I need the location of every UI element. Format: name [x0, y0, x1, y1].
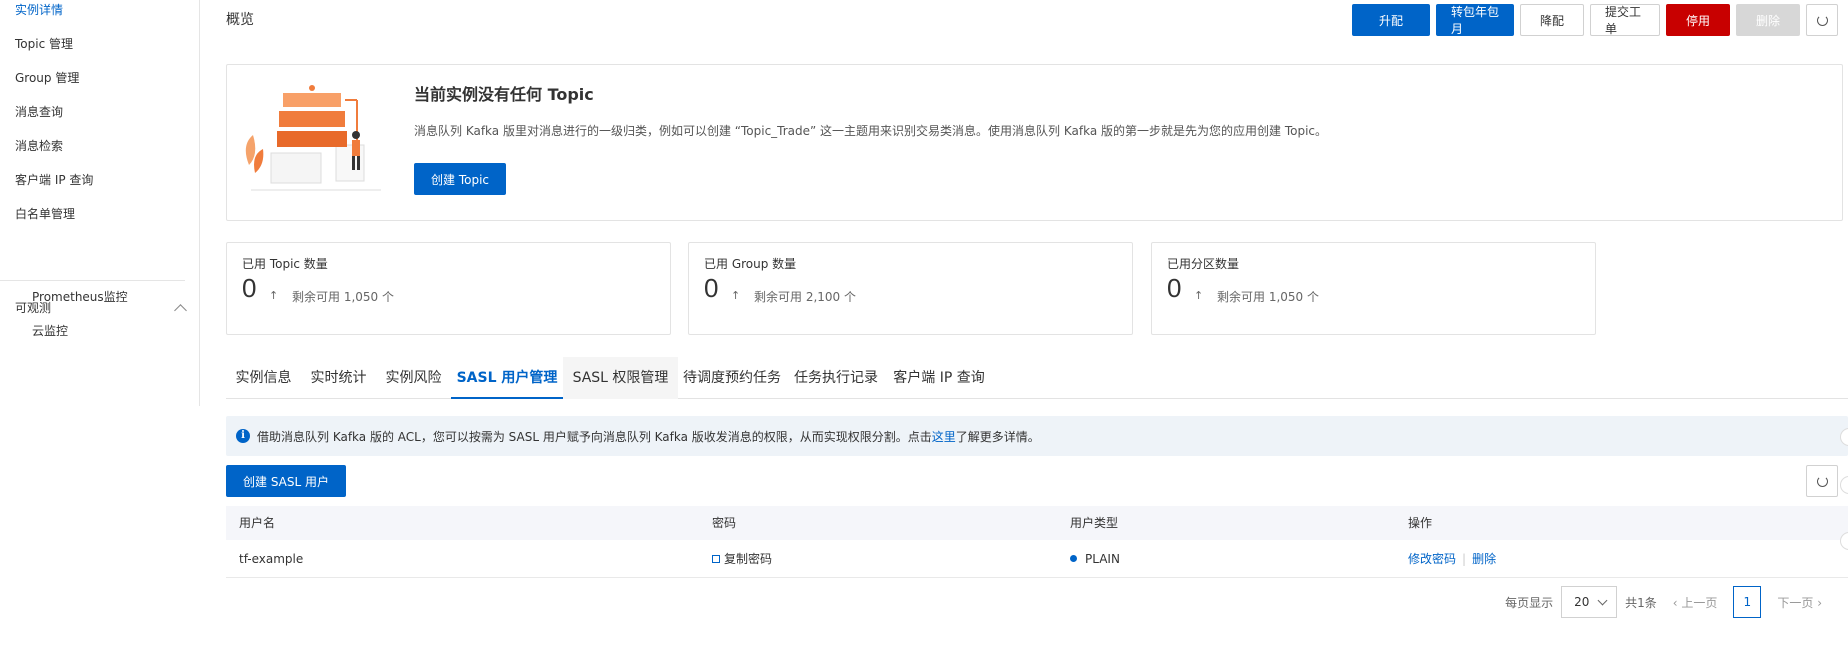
sidebar-item-message-query[interactable]: 消息查询 — [15, 102, 63, 122]
tab-sasl-permissions[interactable]: SASL 权限管理 — [563, 357, 678, 399]
cell-username: tf-example — [239, 552, 304, 566]
sidebar-item-topic-management[interactable]: Topic 管理 — [15, 34, 73, 54]
sidebar-item-whitelist[interactable]: 白名单管理 — [15, 204, 75, 224]
next-page-button: 下一页 › — [1777, 595, 1822, 610]
column-user-type: 用户类型 — [1070, 516, 1119, 530]
downgrade-button[interactable]: 降配 — [1520, 4, 1584, 36]
empty-state-title: 当前实例没有任何 Topic — [414, 85, 594, 104]
table-row: tf-example 复制密码 PLAIN 修改密码 | 删除 — [226, 540, 1848, 578]
refresh-icon — [1816, 475, 1828, 487]
stat-value: 0 — [242, 273, 257, 303]
next-page-label: 下一页 — [1777, 595, 1814, 610]
refresh-icon — [1816, 14, 1828, 26]
stat-remaining: 剩余可用 2,100 个 — [754, 290, 856, 304]
sidebar-item-cloud-monitor[interactable]: 云监控 — [32, 321, 68, 341]
status-dot-icon — [1070, 555, 1077, 562]
column-password: 密码 — [712, 516, 737, 530]
stat-card-partitions: 已用分区数量 0 ↑ 剩余可用 1,050 个 — [1151, 242, 1596, 335]
tab-realtime-stats[interactable]: 实时统计 — [301, 357, 376, 399]
topic-illustration-icon — [245, 85, 381, 191]
info-text-before: 借助消息队列 Kafka 版的 ACL，您可以按需为 SASL 用户赋予向消息队… — [257, 430, 932, 444]
refresh-button[interactable] — [1806, 4, 1838, 36]
acl-info-text: 借助消息队列 Kafka 版的 ACL，您可以按需为 SASL 用户赋予向消息队… — [257, 428, 1040, 445]
delete-instance-button: 删除 — [1736, 4, 1800, 36]
tab-bar: 实例信息 实时统计 实例风险 SASL 用户管理 SASL 权限管理 待调度预约… — [226, 357, 1848, 399]
sidebar-item-prometheus[interactable]: Prometheus监控 — [32, 287, 128, 307]
sidebar-item-instance-details[interactable]: 实例详情 — [15, 0, 63, 20]
acl-info-bar: i 借助消息队列 Kafka 版的 ACL，您可以按需为 SASL 用户赋予向消… — [226, 416, 1848, 456]
sidebar-item-client-ip-query[interactable]: 客户端 IP 查询 — [15, 170, 93, 190]
create-sasl-user-button[interactable]: 创建 SASL 用户 — [226, 465, 346, 497]
page-1-button[interactable]: 1 — [1733, 586, 1762, 618]
stat-card-topics: 已用 Topic 数量 0 ↑ 剩余可用 1,050 个 — [226, 242, 671, 335]
column-username: 用户名 — [239, 516, 276, 530]
change-password-link[interactable]: 修改密码 — [1408, 552, 1456, 566]
delete-user-link[interactable]: 删除 — [1472, 552, 1496, 566]
tab-client-ip-query[interactable]: 客户端 IP 查询 — [886, 357, 992, 399]
chevron-down-icon — [1597, 595, 1608, 606]
sidebar-item-message-search[interactable]: 消息检索 — [15, 136, 63, 156]
user-type-label: PLAIN — [1085, 552, 1120, 566]
sidebar: 实例详情 Topic 管理 Group 管理 消息查询 消息检索 客户端 IP … — [0, 0, 200, 406]
copy-password-link[interactable]: 复制密码 — [712, 540, 772, 578]
stat-card-groups: 已用 Group 数量 0 ↑ 剩余可用 2,100 个 — [688, 242, 1133, 335]
arrow-up-icon: ↑ — [1194, 289, 1204, 302]
to-subscription-button[interactable]: 转包年包月 — [1436, 4, 1514, 36]
stop-button[interactable]: 停用 — [1666, 4, 1730, 36]
upgrade-button[interactable]: 升配 — [1352, 4, 1430, 36]
stat-remaining: 剩余可用 1,050 个 — [1217, 290, 1319, 304]
empty-state-description: 消息队列 Kafka 版里对消息进行的一级归类，例如可以创建 “Topic_Tr… — [414, 124, 1328, 138]
create-topic-button[interactable]: 创建 Topic — [414, 163, 506, 195]
main-content: 概览 升配 转包年包月 降配 提交工单 停用 删除 当前实例没有任何 Topic… — [226, 0, 1848, 649]
pagination: 每页显示 20 共1条 ‹ 上一页 1 下一页 › — [1505, 586, 1838, 618]
stat-remaining: 剩余可用 1,050 个 — [292, 290, 394, 304]
tab-sasl-users[interactable]: SASL 用户管理 — [451, 357, 563, 399]
learn-more-link[interactable]: 这里 — [932, 430, 956, 444]
sidebar-divider — [0, 280, 185, 281]
header-toolbar: 升配 转包年包月 降配 提交工单 停用 删除 — [1352, 4, 1838, 36]
stat-label: 已用分区数量 — [1167, 257, 1240, 271]
column-actions: 操作 — [1408, 516, 1433, 530]
copy-icon — [712, 554, 720, 563]
tab-scheduled-tasks[interactable]: 待调度预约任务 — [678, 357, 786, 399]
chevron-up-icon — [174, 304, 187, 317]
prev-page-button: ‹ 上一页 — [1672, 595, 1718, 610]
tab-instance-risk[interactable]: 实例风险 — [376, 357, 451, 399]
cell-actions: 修改密码 | 删除 — [1408, 540, 1496, 578]
page-title: 概览 — [226, 12, 254, 28]
tab-instance-info[interactable]: 实例信息 — [226, 357, 301, 399]
table-refresh-button[interactable] — [1806, 465, 1838, 497]
total-count: 共1条 — [1625, 595, 1657, 610]
arrow-up-icon: ↑ — [269, 289, 279, 302]
arrow-up-icon: ↑ — [731, 289, 741, 302]
table-header: 用户名 密码 用户类型 操作 — [226, 506, 1848, 540]
prev-page-label: 上一页 — [1681, 595, 1718, 610]
tab-task-records[interactable]: 任务执行记录 — [786, 357, 886, 399]
stat-value: 0 — [1167, 273, 1182, 303]
info-icon: i — [236, 429, 250, 443]
copy-password-label: 复制密码 — [724, 552, 773, 566]
stat-label: 已用 Topic 数量 — [242, 257, 328, 271]
stat-value: 0 — [704, 273, 719, 303]
empty-topic-card: 当前实例没有任何 Topic 消息队列 Kafka 版里对消息进行的一级归类，例… — [226, 64, 1843, 221]
cell-user-type: PLAIN — [1070, 540, 1120, 578]
per-page-label: 每页显示 — [1505, 595, 1554, 610]
info-text-after: 了解更多详情。 — [955, 430, 1040, 444]
floating-circle-icon[interactable] — [1840, 476, 1848, 494]
submit-ticket-button[interactable]: 提交工单 — [1590, 4, 1660, 36]
per-page-select[interactable]: 20 — [1561, 586, 1618, 618]
action-separator: | — [1462, 552, 1467, 566]
stat-label: 已用 Group 数量 — [704, 257, 797, 271]
sidebar-item-group-management[interactable]: Group 管理 — [15, 68, 79, 88]
per-page-value: 20 — [1574, 595, 1590, 609]
